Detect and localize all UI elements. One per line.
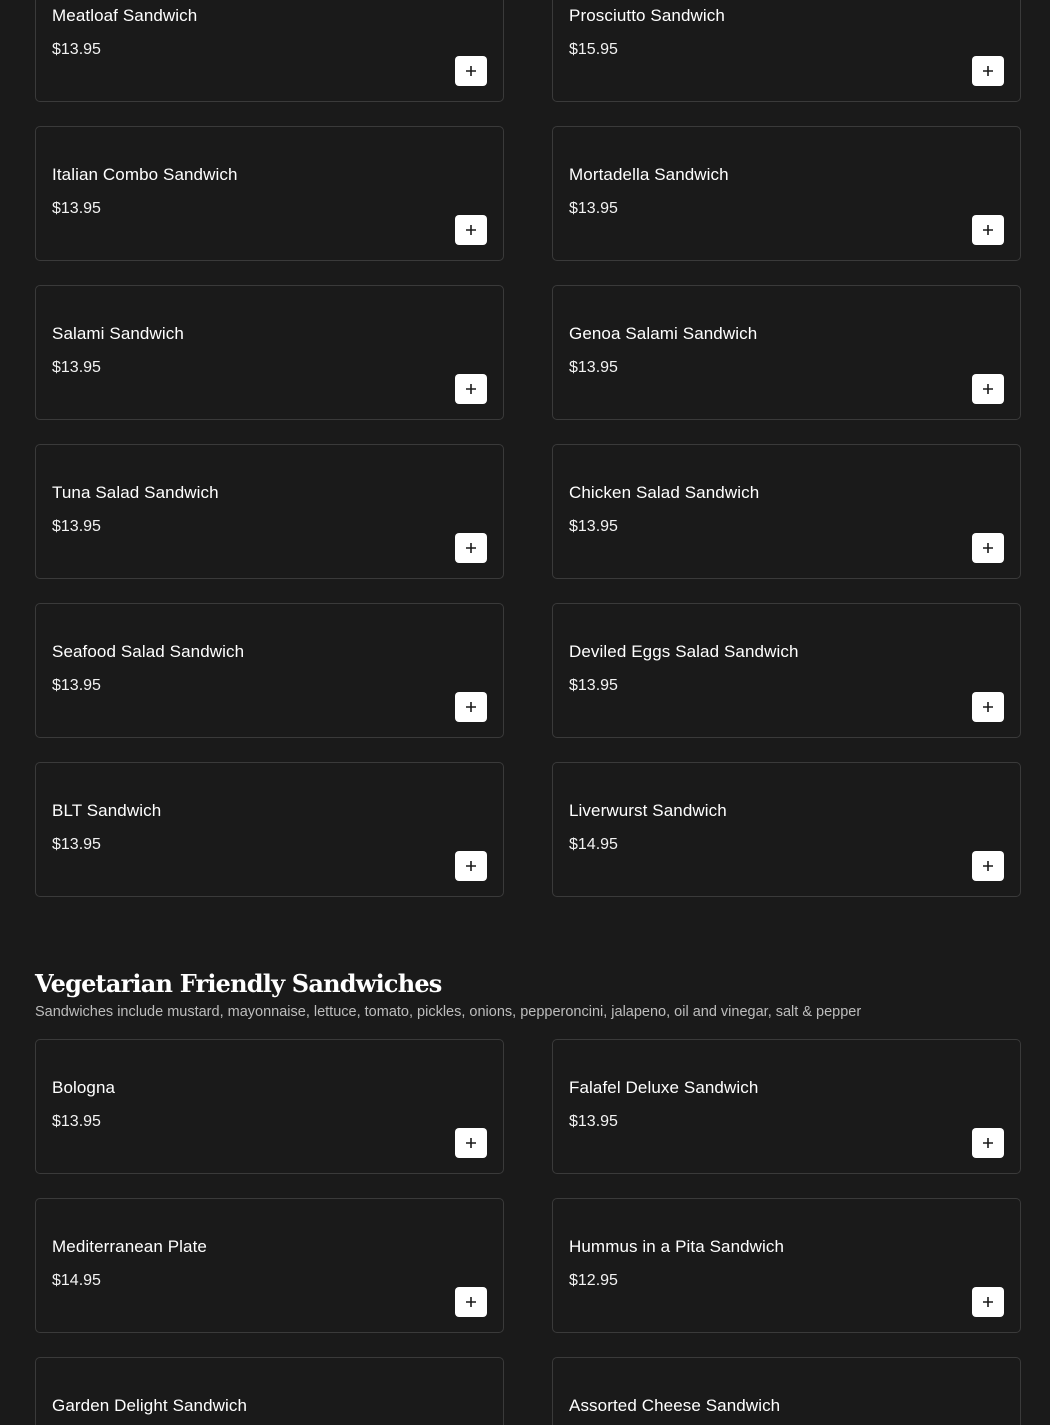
- section-title: Vegetarian Friendly Sandwiches: [35, 969, 442, 998]
- menu-item-card[interactable]: Mediterranean Plate $14.95: [35, 1198, 504, 1333]
- item-price: $13.95: [52, 200, 101, 217]
- add-to-cart-button[interactable]: [455, 851, 487, 881]
- add-to-cart-button[interactable]: [972, 215, 1004, 245]
- menu-item-card[interactable]: Meatloaf Sandwich $13.95: [35, 0, 504, 102]
- menu-item-card[interactable]: Mortadella Sandwich $13.95: [552, 126, 1021, 261]
- item-name: Bologna: [52, 1078, 116, 1097]
- menu-item-card[interactable]: Genoa Salami Sandwich $13.95: [552, 285, 1021, 420]
- item-name: Deviled Eggs Salad Sandwich: [569, 642, 799, 661]
- menu-item-card[interactable]: Italian Combo Sandwich $13.95: [35, 126, 504, 261]
- menu-item-card[interactable]: Hummus in a Pita Sandwich $12.95: [552, 1198, 1021, 1333]
- plus-icon: [466, 861, 476, 871]
- item-name: Italian Combo Sandwich: [52, 165, 238, 184]
- plus-icon: [466, 225, 476, 235]
- menu-item-grid: Meatloaf Sandwich $13.95 Prosciutto Sand…: [35, 0, 1021, 897]
- add-to-cart-button[interactable]: [455, 1287, 487, 1317]
- item-name: Meatloaf Sandwich: [52, 6, 198, 25]
- item-price: $13.95: [569, 359, 618, 376]
- plus-icon: [466, 1138, 476, 1148]
- add-to-cart-button[interactable]: [455, 56, 487, 86]
- menu-item-card[interactable]: Bologna $13.95: [35, 1039, 504, 1174]
- item-name: Garden Delight Sandwich: [52, 1396, 248, 1415]
- add-to-cart-button[interactable]: [972, 692, 1004, 722]
- item-name: Hummus in a Pita Sandwich: [569, 1237, 785, 1256]
- add-to-cart-button[interactable]: [455, 533, 487, 563]
- add-to-cart-button[interactable]: [972, 374, 1004, 404]
- item-price: $15.95: [569, 41, 618, 58]
- add-to-cart-button[interactable]: [455, 374, 487, 404]
- plus-icon: [983, 384, 993, 394]
- add-to-cart-button[interactable]: [972, 1128, 1004, 1158]
- plus-icon: [983, 66, 993, 76]
- vegetarian-item-grid: Bologna $13.95 Falafel Deluxe Sandwich $…: [35, 1039, 1021, 1425]
- add-to-cart-button[interactable]: [455, 692, 487, 722]
- item-name: Salami Sandwich: [52, 324, 184, 343]
- item-price: $14.95: [52, 1272, 101, 1289]
- item-price: $13.95: [569, 677, 618, 694]
- item-name: Tuna Salad Sandwich: [52, 483, 219, 502]
- item-name: Seafood Salad Sandwich: [52, 642, 245, 661]
- item-name: BLT Sandwich: [52, 801, 162, 820]
- item-name: Chicken Salad Sandwich: [569, 483, 760, 502]
- item-price: $13.95: [52, 41, 101, 58]
- item-price: $13.95: [569, 518, 618, 535]
- item-price: $13.95: [52, 518, 101, 535]
- menu-item-card[interactable]: Assorted Cheese Sandwich: [552, 1357, 1021, 1425]
- menu-item-card[interactable]: Garden Delight Sandwich: [35, 1357, 504, 1425]
- item-name: Prosciutto Sandwich: [569, 6, 725, 25]
- item-price: $14.95: [569, 836, 618, 853]
- item-name: Mediterranean Plate: [52, 1237, 207, 1256]
- menu-item-card[interactable]: Prosciutto Sandwich $15.95: [552, 0, 1021, 102]
- plus-icon: [466, 384, 476, 394]
- menu-item-card[interactable]: Salami Sandwich $13.95: [35, 285, 504, 420]
- menu-page: Meatloaf Sandwich $13.95 Prosciutto Sand…: [0, 0, 1050, 1425]
- plus-icon: [983, 1138, 993, 1148]
- item-price: $13.95: [569, 1113, 618, 1130]
- add-to-cart-button[interactable]: [972, 533, 1004, 563]
- plus-icon: [983, 702, 993, 712]
- menu-item-card[interactable]: Deviled Eggs Salad Sandwich $13.95: [552, 603, 1021, 738]
- add-to-cart-button[interactable]: [972, 1287, 1004, 1317]
- plus-icon: [983, 543, 993, 553]
- plus-icon: [466, 543, 476, 553]
- item-price: $13.95: [52, 359, 101, 376]
- item-name: Liverwurst Sandwich: [569, 801, 727, 820]
- item-price: $13.95: [52, 677, 101, 694]
- plus-icon: [466, 66, 476, 76]
- menu-item-card[interactable]: BLT Sandwich $13.95: [35, 762, 504, 897]
- item-price: $13.95: [52, 836, 101, 853]
- vegetarian-section-header: Vegetarian Friendly Sandwiches Sandwiche…: [35, 966, 1025, 1020]
- item-price: $13.95: [569, 200, 618, 217]
- menu-item-card[interactable]: Liverwurst Sandwich $14.95: [552, 762, 1021, 897]
- plus-icon: [983, 1297, 993, 1307]
- item-price: $13.95: [52, 1113, 101, 1130]
- menu-item-card[interactable]: Seafood Salad Sandwich $13.95: [35, 603, 504, 738]
- add-to-cart-button[interactable]: [972, 56, 1004, 86]
- menu-item-card[interactable]: Tuna Salad Sandwich $13.95: [35, 444, 504, 579]
- item-price: $12.95: [569, 1272, 618, 1289]
- add-to-cart-button[interactable]: [972, 851, 1004, 881]
- item-name: Assorted Cheese Sandwich: [569, 1396, 781, 1415]
- item-name: Falafel Deluxe Sandwich: [569, 1078, 759, 1097]
- plus-icon: [466, 1297, 476, 1307]
- section-description: Sandwiches include mustard, mayonnaise, …: [35, 1004, 862, 1020]
- plus-icon: [466, 702, 476, 712]
- item-name: Genoa Salami Sandwich: [569, 324, 758, 343]
- add-to-cart-button[interactable]: [455, 1128, 487, 1158]
- item-name: Mortadella Sandwich: [569, 165, 729, 184]
- plus-icon: [983, 225, 993, 235]
- add-to-cart-button[interactable]: [455, 215, 487, 245]
- plus-icon: [983, 861, 993, 871]
- menu-item-card[interactable]: Chicken Salad Sandwich $13.95: [552, 444, 1021, 579]
- menu-item-card[interactable]: Falafel Deluxe Sandwich $13.95: [552, 1039, 1021, 1174]
